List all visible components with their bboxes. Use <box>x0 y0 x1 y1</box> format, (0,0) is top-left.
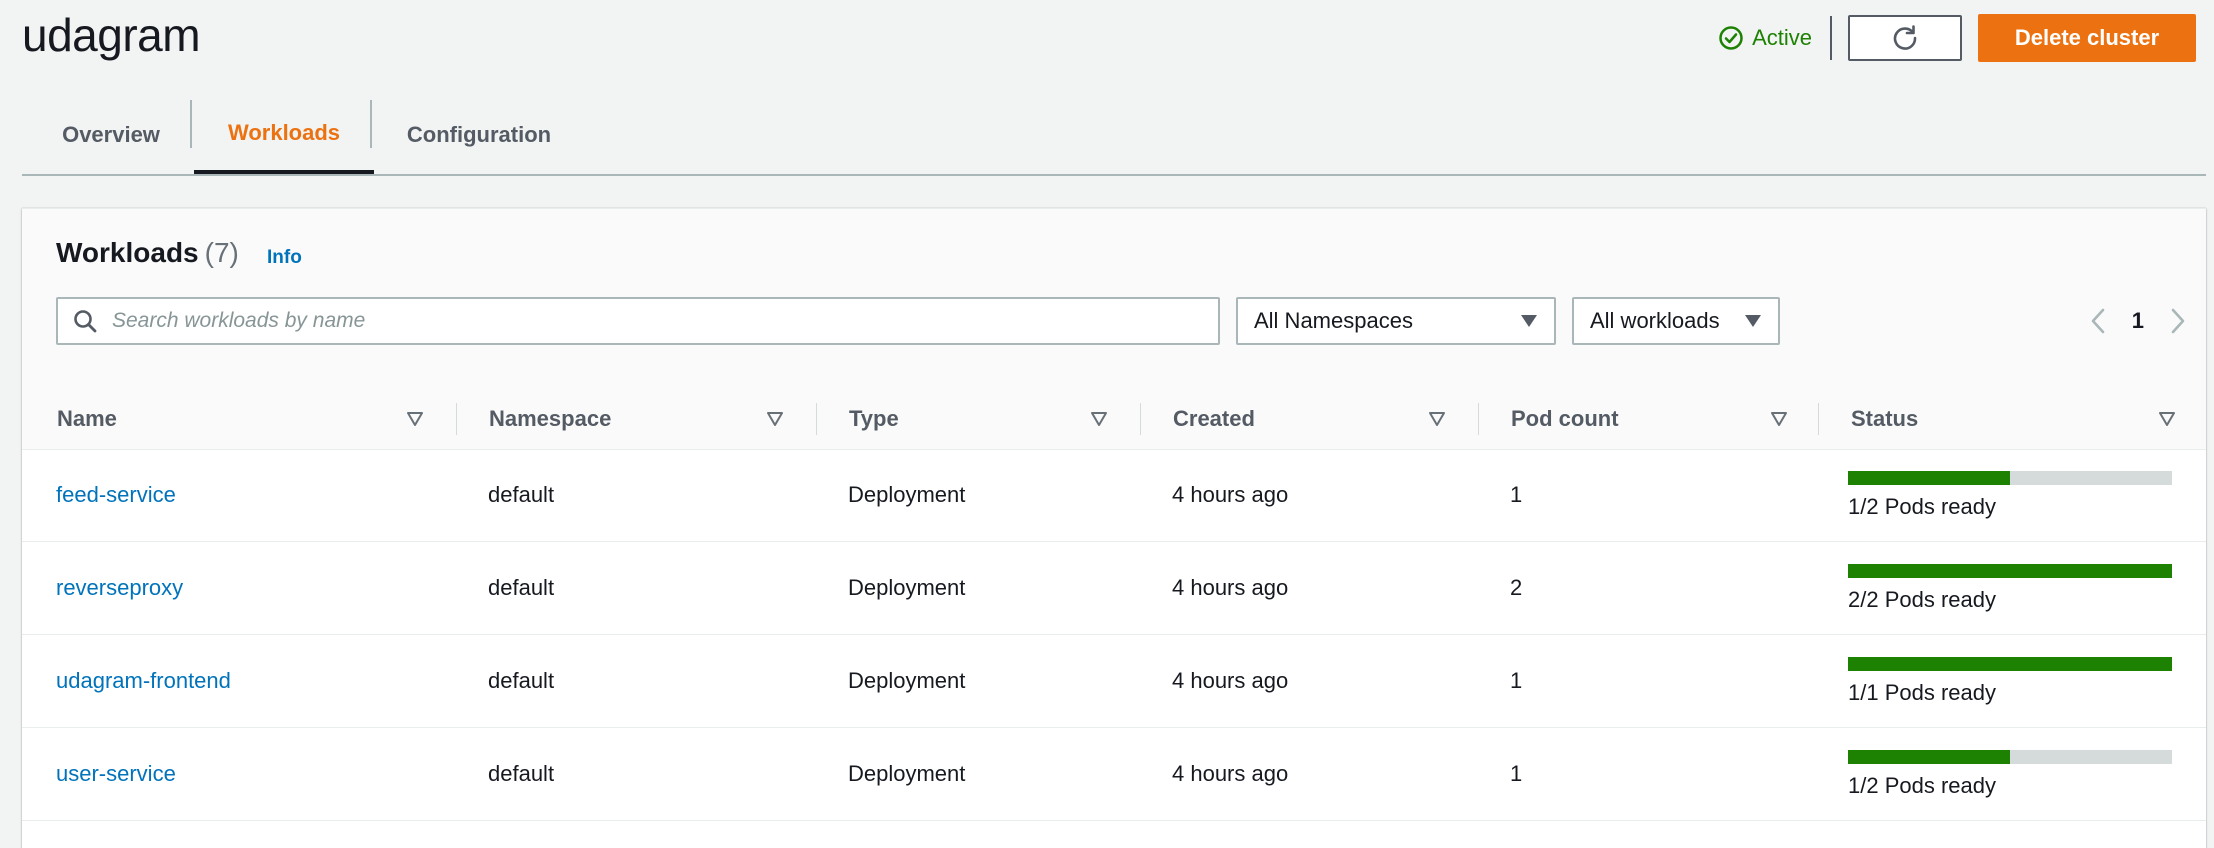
pods-ready-bar <box>1848 471 2172 485</box>
pods-status: 1/2 Pods ready <box>1848 750 2172 799</box>
created-cell: 4 hours ago <box>1172 668 1289 693</box>
tab-separator <box>190 100 192 148</box>
column-header-status[interactable]: Status <box>1851 389 1918 449</box>
refresh-button[interactable] <box>1848 15 1962 61</box>
column-separator <box>1818 403 1819 435</box>
type-cell: Deployment <box>848 482 966 507</box>
table-row: user-service default Deployment 4 hours … <box>22 728 2206 821</box>
workload-name-link[interactable]: reverseproxy <box>56 542 183 634</box>
workloads-count: (7) <box>204 237 239 268</box>
type-cell: Deployment <box>848 575 966 600</box>
table-row: udagram-frontend default Deployment 4 ho… <box>22 635 2206 728</box>
column-header-namespace[interactable]: Namespace <box>489 389 611 449</box>
pods-status: 1/1 Pods ready <box>1848 657 2172 706</box>
workload-name-link[interactable]: user-service <box>56 728 176 820</box>
caret-down-icon <box>1521 315 1537 327</box>
column-header-type[interactable]: Type <box>849 389 899 449</box>
column-separator <box>1140 403 1141 435</box>
refresh-icon <box>1893 25 1917 50</box>
workload-type-select[interactable]: All workloads <box>1572 297 1780 345</box>
info-link[interactable]: Info <box>267 247 302 269</box>
namespace-cell: default <box>488 575 555 600</box>
tab-overview[interactable]: Overview <box>34 96 188 174</box>
tab-workloads[interactable]: Workloads <box>194 96 374 174</box>
sort-icon[interactable] <box>1428 411 1446 427</box>
pods-ready-text: 1/2 Pods ready <box>1848 494 1996 519</box>
column-header-name[interactable]: Name <box>57 389 117 449</box>
search-input-wrapper <box>56 297 1220 345</box>
column-header-created[interactable]: Created <box>1173 389 1255 449</box>
namespace-cell: default <box>488 482 555 507</box>
column-separator <box>1478 403 1479 435</box>
cluster-status: Active <box>1718 25 1812 51</box>
type-cell: Deployment <box>848 668 966 693</box>
chevron-right-icon[interactable] <box>2170 307 2186 335</box>
column-header-pod-count[interactable]: Pod count <box>1511 389 1619 449</box>
workload-type-select-value: All workloads <box>1590 308 1720 333</box>
pods-ready-bar-fill <box>1848 657 2172 671</box>
namespace-cell: default <box>488 668 555 693</box>
workload-name-link[interactable]: feed-service <box>56 449 176 541</box>
tab-bar: Overview Workloads Configuration <box>22 96 2206 176</box>
header-divider <box>1830 16 1832 60</box>
pod-count-cell: 1 <box>1510 668 1523 693</box>
pods-ready-text: 2/2 Pods ready <box>1848 587 1996 612</box>
status-label: Active <box>1752 25 1812 50</box>
created-cell: 4 hours ago <box>1172 482 1289 507</box>
namespace-cell: default <box>488 761 555 786</box>
sort-icon[interactable] <box>1770 411 1788 427</box>
pods-ready-bar <box>1848 657 2172 671</box>
pods-ready-text: 1/2 Pods ready <box>1848 773 1996 798</box>
sort-icon[interactable] <box>406 411 424 427</box>
workloads-heading: Workloads (7) <box>56 237 239 269</box>
created-cell: 4 hours ago <box>1172 761 1289 786</box>
delete-cluster-button[interactable]: Delete cluster <box>1978 14 2196 62</box>
sort-icon[interactable] <box>766 411 784 427</box>
pod-count-cell: 1 <box>1510 761 1523 786</box>
pod-count-cell: 1 <box>1510 482 1523 507</box>
pods-ready-bar-fill <box>1848 471 2010 485</box>
caret-down-icon <box>1745 315 1761 327</box>
page-title: udagram <box>22 9 201 61</box>
pods-status: 2/2 Pods ready <box>1848 564 2172 613</box>
tab-configuration[interactable]: Configuration <box>374 96 584 174</box>
workloads-title: Workloads <box>56 237 199 268</box>
namespace-select-value: All Namespaces <box>1254 308 1413 333</box>
pods-ready-bar-fill <box>1848 750 2010 764</box>
header-actions: Active Delete cluster <box>1718 14 2196 62</box>
column-separator <box>816 403 817 435</box>
pagination: 1 <box>2090 301 2186 341</box>
sort-icon[interactable] <box>1090 411 1108 427</box>
chevron-left-icon[interactable] <box>2090 307 2106 335</box>
search-input[interactable] <box>110 308 1194 334</box>
workload-name-link[interactable]: udagram-frontend <box>56 635 231 727</box>
namespace-select[interactable]: All Namespaces <box>1236 297 1556 345</box>
type-cell: Deployment <box>848 761 966 786</box>
pods-ready-bar-fill <box>1848 564 2172 578</box>
pod-count-cell: 2 <box>1510 575 1523 600</box>
column-separator <box>456 403 457 435</box>
tab-separator <box>370 100 372 148</box>
pods-ready-bar <box>1848 750 2172 764</box>
page-number[interactable]: 1 <box>2132 308 2144 334</box>
search-icon <box>74 310 97 333</box>
pods-status: 1/2 Pods ready <box>1848 471 2172 520</box>
workloads-panel-header: Workloads(7) Info All Namespaces All wor… <box>22 209 2206 450</box>
pods-ready-text: 1/1 Pods ready <box>1848 680 1996 705</box>
pods-ready-bar <box>1848 564 2172 578</box>
table-row: feed-service default Deployment 4 hours … <box>22 449 2206 542</box>
table-header: Name Namespace Type Created Pod count St… <box>22 389 2206 449</box>
workloads-panel: Workloads(7) Info All Namespaces All wor… <box>22 208 2206 848</box>
check-circle-icon <box>1719 26 1743 50</box>
created-cell: 4 hours ago <box>1172 575 1289 600</box>
sort-icon[interactable] <box>2158 411 2176 427</box>
table-row: reverseproxy default Deployment 4 hours … <box>22 542 2206 635</box>
